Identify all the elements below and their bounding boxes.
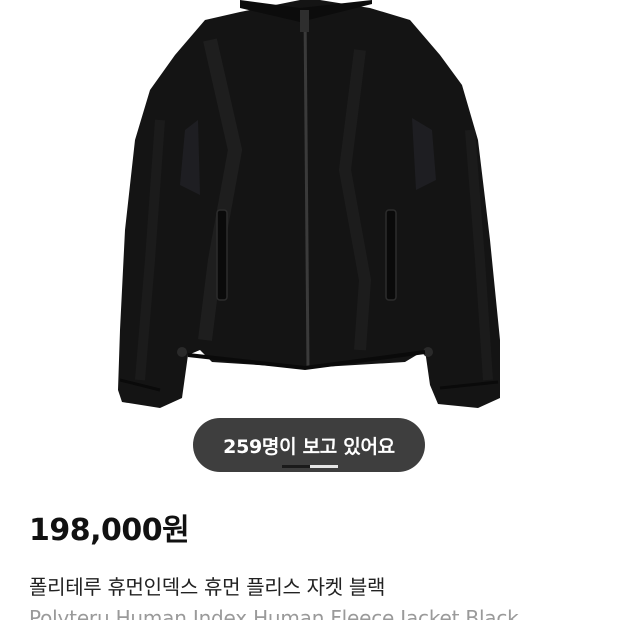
jacket-illustration xyxy=(118,0,500,408)
image-pager xyxy=(282,465,338,468)
pager-dot xyxy=(310,465,338,468)
product-image[interactable] xyxy=(0,0,620,475)
product-title-korean: 폴리테루 휴먼인덱스 휴먼 플리스 자켓 블랙 xyxy=(29,575,386,599)
viewers-count-badge: 259명이 보고 있어요 xyxy=(193,418,425,472)
product-title-english: Polyteru Human Index Human Fleece Jacket… xyxy=(29,606,519,620)
pager-dot-active xyxy=(282,465,310,468)
product-price: 198,000원 xyxy=(29,513,190,548)
